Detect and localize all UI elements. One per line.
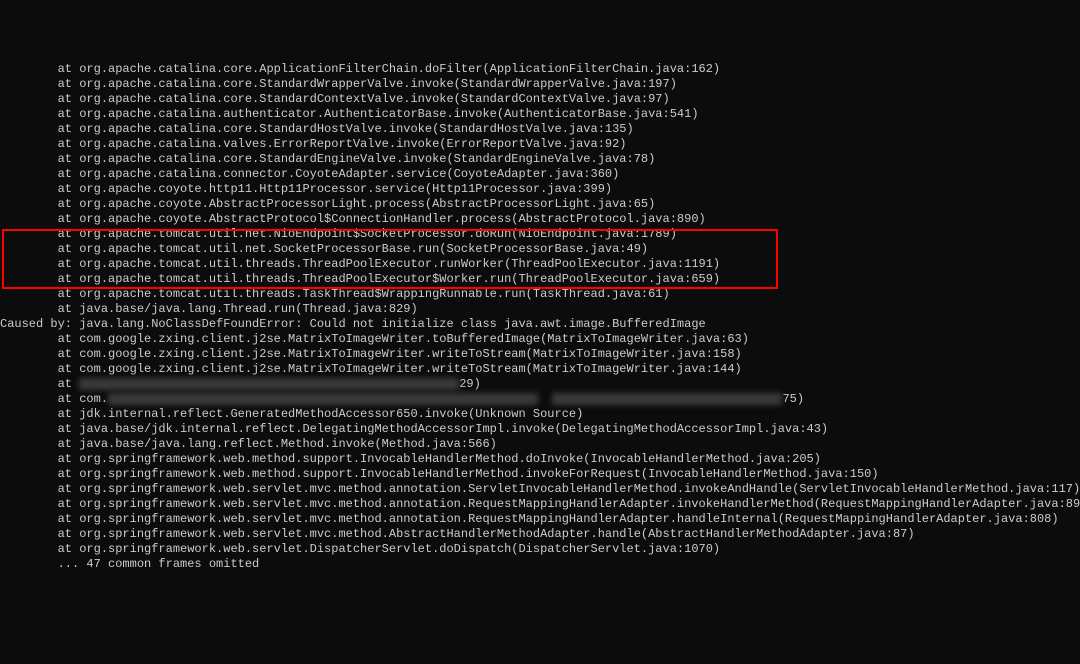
stack-trace-line: at java.base/java.lang.reflect.Method.in… (0, 437, 1080, 452)
terminal-output: at org.apache.catalina.core.ApplicationF… (0, 62, 1080, 572)
stack-trace-line: at org.apache.coyote.http11.Http11Proces… (0, 182, 1080, 197)
stack-trace-line: at org.apache.tomcat.util.threads.Thread… (0, 257, 1080, 272)
stack-trace-line: at org.springframework.web.servlet.mvc.m… (0, 527, 1080, 542)
stack-trace-line: at org.springframework.web.servlet.mvc.m… (0, 482, 1080, 497)
stack-trace-line: at org.springframework.web.servlet.mvc.m… (0, 497, 1080, 512)
stack-trace-line: at org.apache.tomcat.util.threads.TaskTh… (0, 287, 1080, 302)
stack-trace-line: at org.apache.tomcat.util.net.SocketProc… (0, 242, 1080, 257)
stack-trace-line: ... 47 common frames omitted (0, 557, 1080, 572)
stack-trace-line: Caused by: java.lang.NoClassDefFoundErro… (0, 317, 1080, 332)
stack-trace-line: at com.google.zxing.client.j2se.MatrixTo… (0, 362, 1080, 377)
stack-trace-line: at java.base/java.lang.Thread.run(Thread… (0, 302, 1080, 317)
stack-trace-line: at org.apache.catalina.valves.ErrorRepor… (0, 137, 1080, 152)
stack-trace-line: at org.apache.tomcat.util.threads.Thread… (0, 272, 1080, 287)
stack-trace-line: at org.springframework.web.method.suppor… (0, 467, 1080, 482)
stack-trace-line: at org.apache.catalina.core.StandardWrap… (0, 77, 1080, 92)
stack-trace-line: at com.google.zxing.client.j2se.MatrixTo… (0, 347, 1080, 362)
stack-trace-line: at org.springframework.web.servlet.Dispa… (0, 542, 1080, 557)
stack-trace-line: at org.apache.catalina.core.StandardEngi… (0, 152, 1080, 167)
stack-trace-line: at java.base/jdk.internal.reflect.Delega… (0, 422, 1080, 437)
stack-trace-line: at org.springframework.web.method.suppor… (0, 452, 1080, 467)
stack-trace-line: at org.apache.catalina.core.ApplicationF… (0, 62, 1080, 77)
stack-trace-line: at com.google.zxing.client.j2se.MatrixTo… (0, 332, 1080, 347)
stack-trace-line: at org.apache.coyote.AbstractProcessorLi… (0, 197, 1080, 212)
stack-trace-line: at org.springframework.web.servlet.mvc.m… (0, 512, 1080, 527)
stack-trace-line: at org.apache.tomcat.util.net.NioEndpoin… (0, 227, 1080, 242)
stack-trace-line: at org.apache.catalina.authenticator.Aut… (0, 107, 1080, 122)
stack-trace-line-redacted: at com. 75) (0, 392, 1080, 407)
stack-trace-line: at org.apache.catalina.connector.CoyoteA… (0, 167, 1080, 182)
stack-trace-line-redacted: at 29) (0, 377, 1080, 392)
stack-trace-line: at org.apache.coyote.AbstractProtocol$Co… (0, 212, 1080, 227)
stack-trace-line: at org.apache.catalina.core.StandardCont… (0, 92, 1080, 107)
stack-trace-line: at org.apache.catalina.core.StandardHost… (0, 122, 1080, 137)
stack-trace-line: at jdk.internal.reflect.GeneratedMethodA… (0, 407, 1080, 422)
